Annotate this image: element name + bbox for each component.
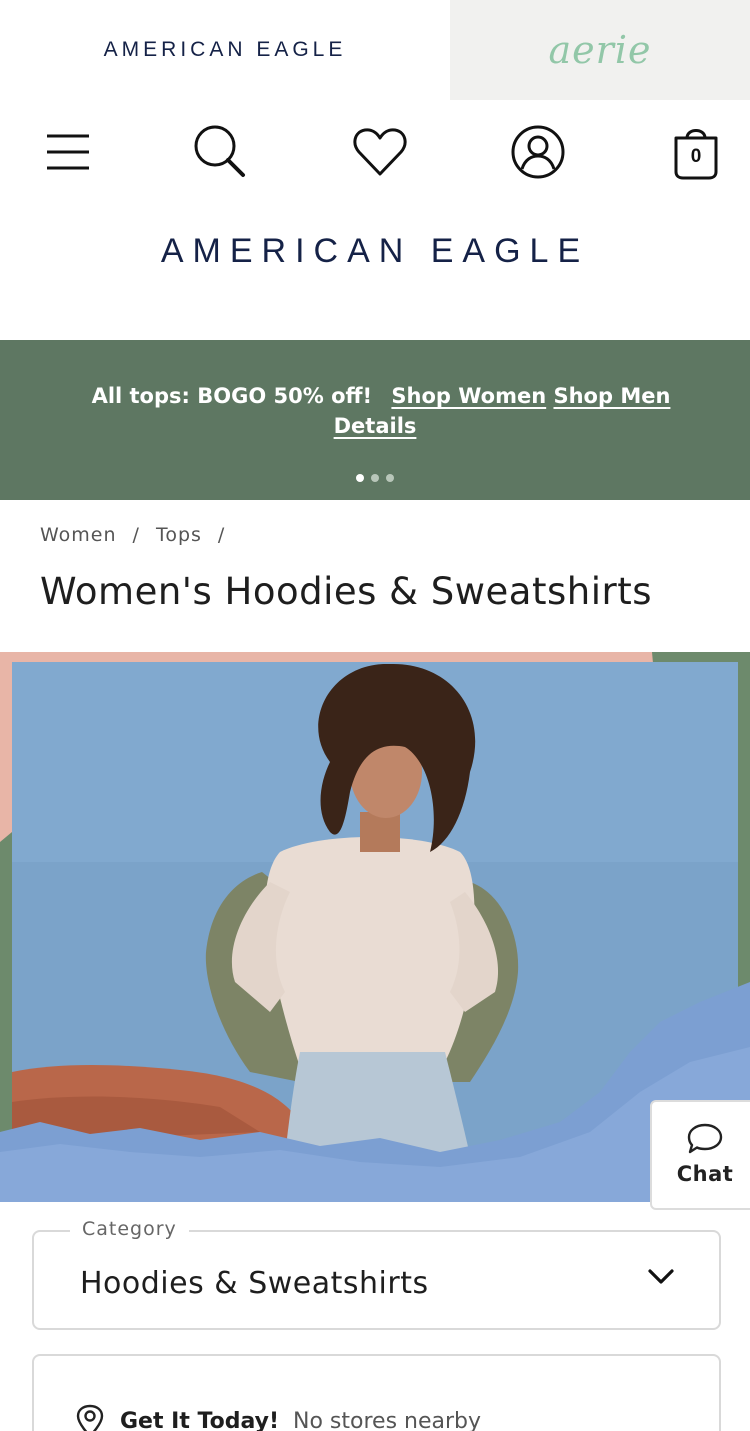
- header-icon-bar: 0: [0, 100, 750, 200]
- pickup-title: Get It Today!: [120, 1408, 280, 1431]
- hero-image: [0, 652, 750, 1202]
- carousel-dot[interactable]: [371, 474, 379, 482]
- bag-button[interactable]: 0: [666, 122, 726, 182]
- category-selected-value: Hoodies & Sweatshirts: [80, 1266, 429, 1301]
- chevron-down-icon: [648, 1269, 674, 1284]
- account-icon: [511, 125, 565, 179]
- breadcrumb-separator: /: [132, 524, 140, 546]
- cart-count: 0: [690, 146, 702, 167]
- tab-aerie[interactable]: aerie: [450, 0, 750, 100]
- promo-line: All tops: BOGO 50% off! Shop Women Shop …: [0, 384, 750, 408]
- category-legend: Category: [70, 1218, 189, 1240]
- brand-tabs: AMERICAN EAGLE aerie: [0, 0, 750, 100]
- chat-label: Chat: [676, 1162, 734, 1186]
- breadcrumb: Women / Tops /: [40, 524, 225, 546]
- carousel-dot[interactable]: [386, 474, 394, 482]
- american-eagle-tab-label: AMERICAN EAGLE: [103, 38, 347, 61]
- search-button[interactable]: [190, 122, 250, 182]
- category-select[interactable]: Category Hoodies & Sweatshirts: [32, 1218, 721, 1330]
- breadcrumb-separator: /: [217, 524, 226, 546]
- aerie-logo: aerie: [548, 28, 652, 72]
- tab-american-eagle[interactable]: AMERICAN EAGLE: [0, 0, 450, 100]
- account-button[interactable]: [508, 122, 568, 182]
- location-pin-icon: [76, 1404, 104, 1431]
- menu-button[interactable]: [38, 122, 98, 182]
- carousel-dot[interactable]: [356, 474, 364, 482]
- promo-banner: All tops: BOGO 50% off! Shop Women Shop …: [0, 340, 750, 500]
- carousel-dots: [0, 474, 750, 482]
- pickup-status: No stores nearby: [293, 1408, 482, 1431]
- promo-text: All tops: BOGO 50% off!: [91, 384, 373, 408]
- pickup-row: Get It Today! No stores nearby: [74, 1404, 481, 1431]
- breadcrumb-women[interactable]: Women: [40, 524, 117, 546]
- breadcrumb-tops[interactable]: Tops: [156, 524, 202, 546]
- heart-icon: [353, 128, 407, 176]
- promo-details-link[interactable]: Details: [0, 414, 750, 438]
- search-icon: [194, 125, 245, 177]
- page-title: Women's Hoodies & Sweatshirts: [40, 570, 652, 613]
- wishlist-button[interactable]: [350, 122, 410, 182]
- chat-button[interactable]: Chat: [650, 1100, 750, 1210]
- shop-men-link[interactable]: Shop Men: [553, 384, 670, 408]
- chat-bubble-icon: [687, 1123, 723, 1154]
- store-pickup-box[interactable]: Get It Today! No stores nearby: [32, 1354, 721, 1431]
- american-eagle-logo[interactable]: AMERICAN EAGLE: [0, 232, 750, 271]
- menu-icon: [47, 134, 89, 170]
- shop-women-link[interactable]: Shop Women: [391, 384, 546, 408]
